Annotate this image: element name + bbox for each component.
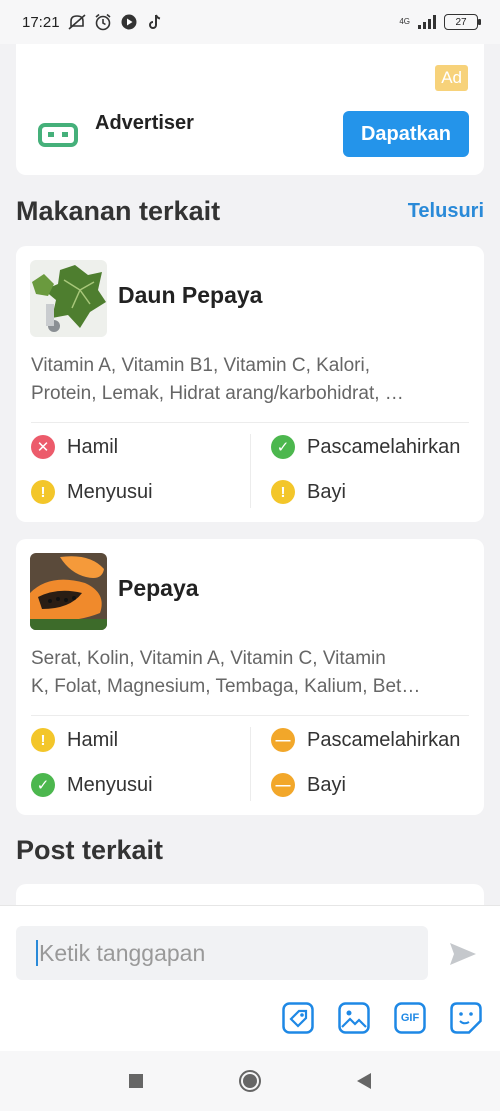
text-cursor	[36, 940, 38, 966]
status-breastfeeding: ! Menyusui	[31, 480, 153, 504]
send-icon[interactable]	[448, 941, 478, 967]
food-nutrients: Serat, Kolin, Vitamin A, Vitamin C, Vita…	[31, 648, 421, 697]
status-postpartum: — Pascamelahirkan	[271, 728, 460, 752]
food-nutrients: Vitamin A, Vitamin B1, Vitamin C, Kalori…	[31, 355, 404, 404]
tag-icon[interactable]	[282, 1002, 314, 1034]
status-label: Menyusui	[67, 773, 153, 796]
comment-bar: Ketik tanggapan GIF	[0, 905, 500, 1051]
status-label: Pascamelahirkan	[307, 435, 461, 458]
signal-icon	[418, 15, 436, 29]
cross-icon: ✕	[31, 435, 55, 459]
food-name: Pepaya	[118, 575, 199, 601]
image-icon[interactable]	[338, 1002, 370, 1034]
comment-input[interactable]: Ketik tanggapan	[16, 926, 428, 980]
home-icon[interactable]	[238, 1069, 262, 1093]
status-pregnant: ! Hamil	[31, 728, 118, 752]
related-posts-title: Post terkait	[16, 835, 164, 865]
status-time: 17:21	[22, 13, 60, 31]
sticker-icon[interactable]	[450, 1002, 482, 1034]
status-label: Menyusui	[67, 480, 153, 503]
status-baby: ! Bayi	[271, 480, 346, 504]
divider	[31, 422, 469, 423]
divider	[31, 715, 469, 716]
status-breastfeeding: ✓ Menyusui	[31, 773, 153, 797]
battery-level: 27	[455, 16, 467, 28]
status-label: Hamil	[67, 435, 119, 458]
status-label: Bayi	[307, 773, 346, 796]
divider	[250, 727, 251, 801]
network-type: 4G	[399, 17, 410, 26]
comment-tools: GIF	[282, 1002, 482, 1034]
papaya-image	[30, 553, 107, 630]
system-nav-bar	[0, 1051, 500, 1111]
advertiser-name: Advertiser	[95, 112, 194, 134]
papaya-leaf-image	[30, 260, 107, 337]
tiktok-icon	[146, 13, 164, 31]
minus-icon: —	[271, 728, 295, 752]
recent-apps-icon[interactable]	[124, 1069, 148, 1093]
status-label: Hamil	[67, 728, 119, 751]
status-pregnant: ✕ Hamil	[31, 435, 118, 459]
status-label: Pascamelahirkan	[307, 728, 461, 751]
back-icon[interactable]	[352, 1069, 376, 1093]
ad-card[interactable]: Ad Advertiser Dapatkan	[16, 44, 484, 175]
battery-icon: 27	[444, 14, 481, 30]
gif-icon[interactable]: GIF	[394, 1002, 426, 1034]
check-icon: ✓	[31, 773, 55, 797]
food-card-pepaya[interactable]: Pepaya Serat, Kolin, Vitamin A, Vitamin …	[16, 539, 484, 815]
play-icon	[120, 13, 138, 31]
exclamation-icon: !	[31, 480, 55, 504]
food-name: Daun Pepaya	[118, 282, 263, 308]
advertiser-logo-icon	[38, 119, 78, 149]
check-icon: ✓	[271, 435, 295, 459]
browse-link[interactable]: Telusuri	[408, 200, 484, 223]
divider	[250, 434, 251, 508]
food-card-daun-pepaya[interactable]: Daun Pepaya Vitamin A, Vitamin B1, Vitam…	[16, 246, 484, 522]
gif-label: GIF	[400, 1012, 420, 1024]
alarm-icon	[94, 13, 112, 31]
status-baby: — Bayi	[271, 773, 346, 797]
exclamation-icon: !	[31, 728, 55, 752]
minus-icon: —	[271, 773, 295, 797]
ad-badge: Ad	[435, 65, 468, 91]
status-bar: 17:21 4G 27	[0, 0, 500, 44]
related-foods-title: Makanan terkait	[16, 196, 221, 226]
status-postpartum: ✓ Pascamelahirkan	[271, 435, 460, 459]
muted-notifications-icon	[68, 13, 86, 31]
comment-placeholder: Ketik tanggapan	[39, 939, 206, 966]
get-button[interactable]: Dapatkan	[343, 111, 469, 157]
status-label: Bayi	[307, 480, 346, 503]
exclamation-icon: !	[271, 480, 295, 504]
